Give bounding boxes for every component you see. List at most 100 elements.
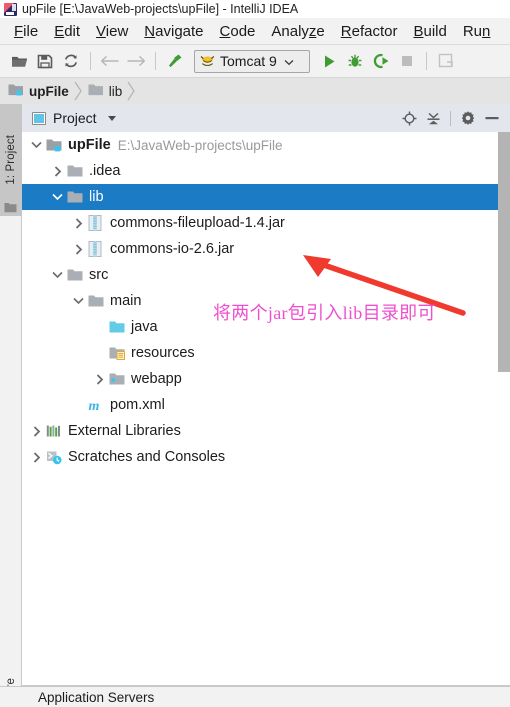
tree-row[interactable]: commons-fileupload-1.4.jar [22, 210, 498, 236]
run-config-label: Tomcat 9 [220, 53, 277, 69]
menu-view[interactable]: View [88, 21, 136, 42]
hammer-build-icon[interactable] [162, 48, 188, 74]
tree-row-label: .idea [89, 163, 121, 179]
chevron-down-icon[interactable] [72, 295, 85, 308]
project-view-icon [32, 111, 46, 125]
sidebar-item-label: 1: Project [5, 135, 17, 185]
chevron-down-icon[interactable] [107, 115, 116, 121]
project-panel-title-group[interactable]: Project [32, 110, 116, 126]
gear-icon[interactable] [456, 106, 480, 130]
toolbar-separator-3 [426, 52, 427, 70]
svg-text:m: m [89, 399, 100, 413]
tree-row[interactable]: lib [22, 184, 498, 210]
chevron-right-icon[interactable] [72, 217, 85, 230]
status-bar: Application Servers [0, 686, 510, 707]
collapse-all-icon[interactable] [421, 106, 445, 130]
application-servers-label[interactable]: Application Servers [38, 690, 154, 705]
tree-row-path: E:\JavaWeb-projects\upFile [117, 137, 283, 153]
intellij-idea-window: upFile [E:\JavaWeb-projects\upFile] - In… [0, 0, 510, 707]
menu-build[interactable]: Build [405, 21, 454, 42]
folder-icon [88, 294, 105, 309]
menu-file[interactable]: File [6, 21, 46, 42]
source-root-folder-icon [109, 320, 126, 335]
scratches-consoles-icon [46, 450, 63, 465]
tree-row-label: java [131, 319, 158, 335]
module-folder-icon [46, 138, 63, 153]
tree-row-label: resources [131, 345, 195, 361]
menu-analyze[interactable]: Analyze [263, 21, 332, 42]
tree-row-label: pom.xml [110, 397, 165, 413]
breadcrumb-item-lib[interactable]: lib [88, 83, 122, 99]
menu-edit[interactable]: Edit [46, 21, 88, 42]
chevron-right-icon[interactable] [30, 451, 43, 464]
tree-row[interactable]: webapp [22, 366, 498, 392]
tree-row[interactable]: resources [22, 340, 498, 366]
toolbar-overflow-icon[interactable] [433, 48, 459, 74]
main-toolbar: Tomcat 9 [0, 45, 510, 78]
folder-icon [88, 83, 104, 99]
run-configuration-selector[interactable]: Tomcat 9 [194, 49, 310, 73]
chevron-down-icon[interactable] [51, 269, 64, 282]
jar-archive-icon [88, 215, 105, 231]
tree-row-label: External Libraries [68, 423, 181, 439]
tree-row-label: main [110, 293, 142, 309]
breadcrumb-label: upFile [29, 83, 69, 99]
project-tool-window: Project upFile E:\JavaWeb-projects\upFil… [22, 104, 510, 707]
locate-icon[interactable] [397, 106, 421, 130]
panel-action-bar [397, 106, 506, 130]
breadcrumb-separator [127, 78, 136, 104]
minimize-icon[interactable] [480, 106, 504, 130]
project-tree[interactable]: upFile E:\JavaWeb-projects\upFile .idea lib… [22, 132, 498, 707]
breadcrumb-separator [74, 78, 83, 104]
folder-icon [67, 190, 84, 205]
chevron-down-icon[interactable] [51, 191, 64, 204]
tree-row-label: webapp [131, 371, 182, 387]
run-play-icon[interactable] [316, 48, 342, 74]
arrow-right-icon[interactable] [123, 48, 149, 74]
tree-row-label: lib [89, 189, 104, 205]
jar-archive-icon [88, 241, 105, 257]
refresh-sync-icon[interactable] [58, 48, 84, 74]
folder-icon [4, 200, 17, 213]
toolbar-separator-1 [90, 52, 91, 70]
scrollbar-thumb[interactable] [498, 132, 510, 372]
breadcrumb-item-upfile[interactable]: upFile [8, 83, 69, 99]
tree-vertical-scrollbar[interactable] [498, 132, 510, 707]
title-bar: upFile [E:\JavaWeb-projects\upFile] - In… [0, 0, 510, 18]
tree-row[interactable]: .idea [22, 158, 498, 184]
debug-bug-icon[interactable] [342, 48, 368, 74]
arrow-left-icon[interactable] [97, 48, 123, 74]
chevron-right-icon[interactable] [30, 425, 43, 438]
menu-navigate[interactable]: Navigate [136, 21, 211, 42]
chevron-down-icon[interactable] [30, 139, 43, 152]
chevron-right-icon[interactable] [72, 243, 85, 256]
chevron-down-icon[interactable] [284, 53, 294, 69]
resources-root-folder-icon [109, 346, 126, 361]
toolbar-separator-2 [155, 52, 156, 70]
menu-refactor[interactable]: Refactor [333, 21, 406, 42]
folder-icon [67, 164, 84, 179]
project-panel-header: Project [22, 104, 510, 132]
stop-square-icon[interactable] [394, 48, 420, 74]
run-with-coverage-icon[interactable] [368, 48, 394, 74]
open-folder-icon[interactable] [6, 48, 32, 74]
tomcat-cat-icon [200, 55, 215, 68]
menu-run[interactable]: Run [455, 21, 499, 42]
tree-row[interactable]: upFile E:\JavaWeb-projects\upFile [22, 132, 498, 158]
module-folder-icon [8, 83, 24, 99]
intellij-idea-logo-icon [4, 2, 17, 16]
maven-pom-icon: m [88, 398, 105, 413]
tree-row-label: commons-io-2.6.jar [110, 241, 235, 257]
menu-bar: File Edit View Navigate Code Analyze Ref… [0, 18, 510, 45]
panel-title: Project [53, 110, 97, 126]
chevron-right-icon[interactable] [93, 373, 106, 386]
tree-row[interactable]: m pom.xml [22, 392, 498, 418]
menu-code[interactable]: Code [212, 21, 264, 42]
external-libraries-icon [46, 424, 63, 439]
save-disk-icon[interactable] [32, 48, 58, 74]
breadcrumb: upFile lib [0, 78, 510, 104]
tree-row[interactable]: Scratches and Consoles [22, 444, 498, 470]
chevron-right-icon[interactable] [51, 165, 64, 178]
folder-icon [67, 268, 84, 283]
tree-row[interactable]: External Libraries [22, 418, 498, 444]
